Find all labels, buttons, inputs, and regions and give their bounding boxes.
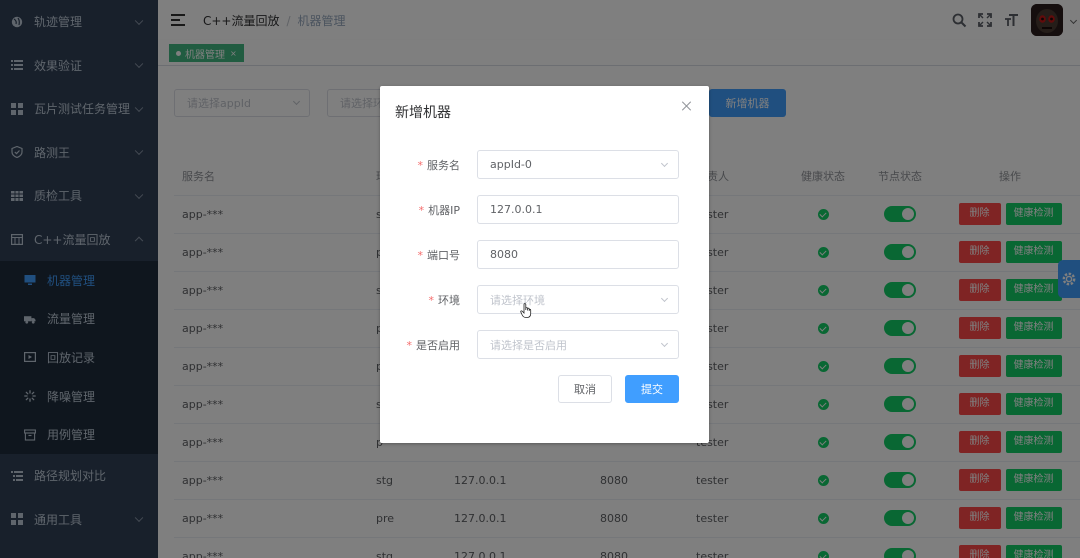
chevron-down-icon xyxy=(660,159,669,168)
required-mark: * xyxy=(418,204,425,217)
port-input-value: 8080 xyxy=(490,248,518,261)
port-input[interactable]: 8080 xyxy=(477,240,679,269)
form-row-service: * 服务名 appId-0 xyxy=(380,150,709,179)
required-mark: * xyxy=(417,249,424,262)
service-select[interactable]: appId-0 xyxy=(477,150,679,179)
env-select-field[interactable]: 请选择环境 xyxy=(477,285,679,314)
form-row-port: * 端口号 8080 xyxy=(380,240,709,269)
cancel-button[interactable]: 取消 xyxy=(558,375,612,403)
field-label: 端口号 xyxy=(427,249,460,262)
field-label: 环境 xyxy=(438,294,460,307)
ip-input[interactable]: 127.0.0.1 xyxy=(477,195,679,224)
required-mark: * xyxy=(417,159,424,172)
form-row-ip: * 机器IP 127.0.0.1 xyxy=(380,195,709,224)
field-label: 服务名 xyxy=(427,159,460,172)
form-row-enabled: * 是否启用 请选择是否启用 xyxy=(380,330,709,359)
ip-input-value: 127.0.0.1 xyxy=(490,203,543,216)
submit-button[interactable]: 提交 xyxy=(625,375,679,403)
close-icon[interactable] xyxy=(682,101,692,111)
field-label: 机器IP xyxy=(428,204,460,217)
service-select-value: appId-0 xyxy=(490,158,532,171)
required-mark: * xyxy=(428,294,435,307)
enabled-select-placeholder: 请选择是否启用 xyxy=(490,338,567,352)
env-select-placeholder: 请选择环境 xyxy=(490,293,545,307)
chevron-down-icon xyxy=(660,294,669,303)
field-label: 是否启用 xyxy=(416,339,460,352)
chevron-down-icon xyxy=(660,339,669,348)
required-mark: * xyxy=(406,339,413,352)
dialog-title: 新增机器 xyxy=(395,105,451,121)
form-row-env: * 环境 请选择环境 xyxy=(380,285,709,314)
enabled-select[interactable]: 请选择是否启用 xyxy=(477,330,679,359)
add-machine-dialog: 新增机器 * 服务名 appId-0 * 机器IP 127.0.0.1 * 端口号 8… xyxy=(380,86,709,443)
hand-cursor-icon xyxy=(520,303,532,318)
